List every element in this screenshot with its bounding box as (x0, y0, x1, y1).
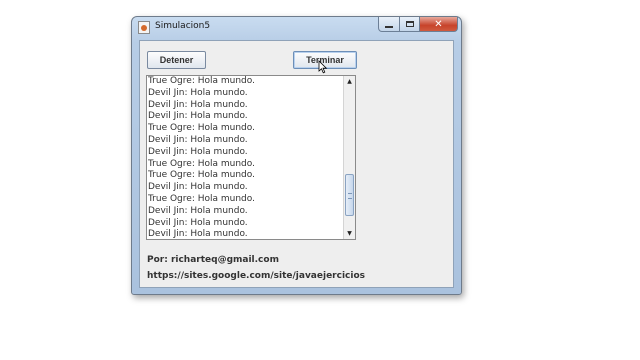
window-controls: ✕ (378, 17, 458, 33)
output-line: Devil Jin: Hola mundo. (148, 182, 248, 193)
minimize-icon (385, 25, 393, 28)
maximize-icon (405, 21, 414, 27)
stop-button[interactable]: Detener (147, 51, 206, 69)
close-button[interactable]: ✕ (420, 17, 458, 32)
output-line: Devil Jin: Hola mundo. (148, 111, 248, 122)
output-line: True Ogre: Hola mundo. (148, 158, 255, 169)
output-line: True Ogre: Hola mundo. (148, 76, 255, 86)
grip-icon (348, 193, 352, 199)
output-line: Devil Jin: Hola mundo. (148, 229, 248, 240)
output-line: Devil Jin: Hola mundo. (148, 217, 248, 228)
java-app-icon[interactable] (138, 21, 150, 34)
vertical-scrollbar[interactable]: ▲ ▼ (343, 76, 355, 239)
output-line: Devil Jin: Hola mundo. (148, 99, 248, 110)
output-line: Devil Jin: Hola mundo. (148, 134, 248, 145)
output-line: True Ogre: Hola mundo. (148, 170, 255, 181)
window-title: Simulacion5 (155, 21, 211, 31)
output-line: Devil Jin: Hola mundo. (148, 205, 248, 216)
minimize-button[interactable] (378, 17, 400, 32)
output-text-area[interactable]: True Ogre: Hola mundo. Devil Jin: Hola mu… (146, 75, 356, 240)
title-bar[interactable]: Simulacion5 ✕ (132, 17, 461, 39)
website-label: https://sites.google.com/site/javaejerci… (147, 271, 365, 281)
scroll-up-arrow-icon[interactable]: ▲ (344, 76, 355, 87)
output-lines: True Ogre: Hola mundo. Devil Jin: Hola mu… (148, 76, 342, 241)
output-line: Devil Jin: Hola mundo. (148, 146, 248, 157)
author-label: Por: richarteq@gmail.com (147, 255, 279, 265)
close-icon: ✕ (434, 18, 443, 30)
scrollbar-thumb[interactable] (345, 174, 354, 216)
scroll-down-arrow-icon[interactable]: ▼ (344, 228, 355, 239)
output-line: Devil Jin: Hola mundo. (148, 87, 248, 98)
output-line: True Ogre: Hola mundo. (148, 193, 255, 204)
application-window: Simulacion5 ✕ Detener Terminar True Ogre… (131, 16, 462, 295)
mouse-pointer-icon (318, 60, 328, 74)
maximize-button[interactable] (400, 17, 420, 32)
content-panel: Detener Terminar True Ogre: Hola mundo. D… (139, 40, 454, 288)
output-line: True Ogre: Hola mundo. (148, 123, 255, 134)
